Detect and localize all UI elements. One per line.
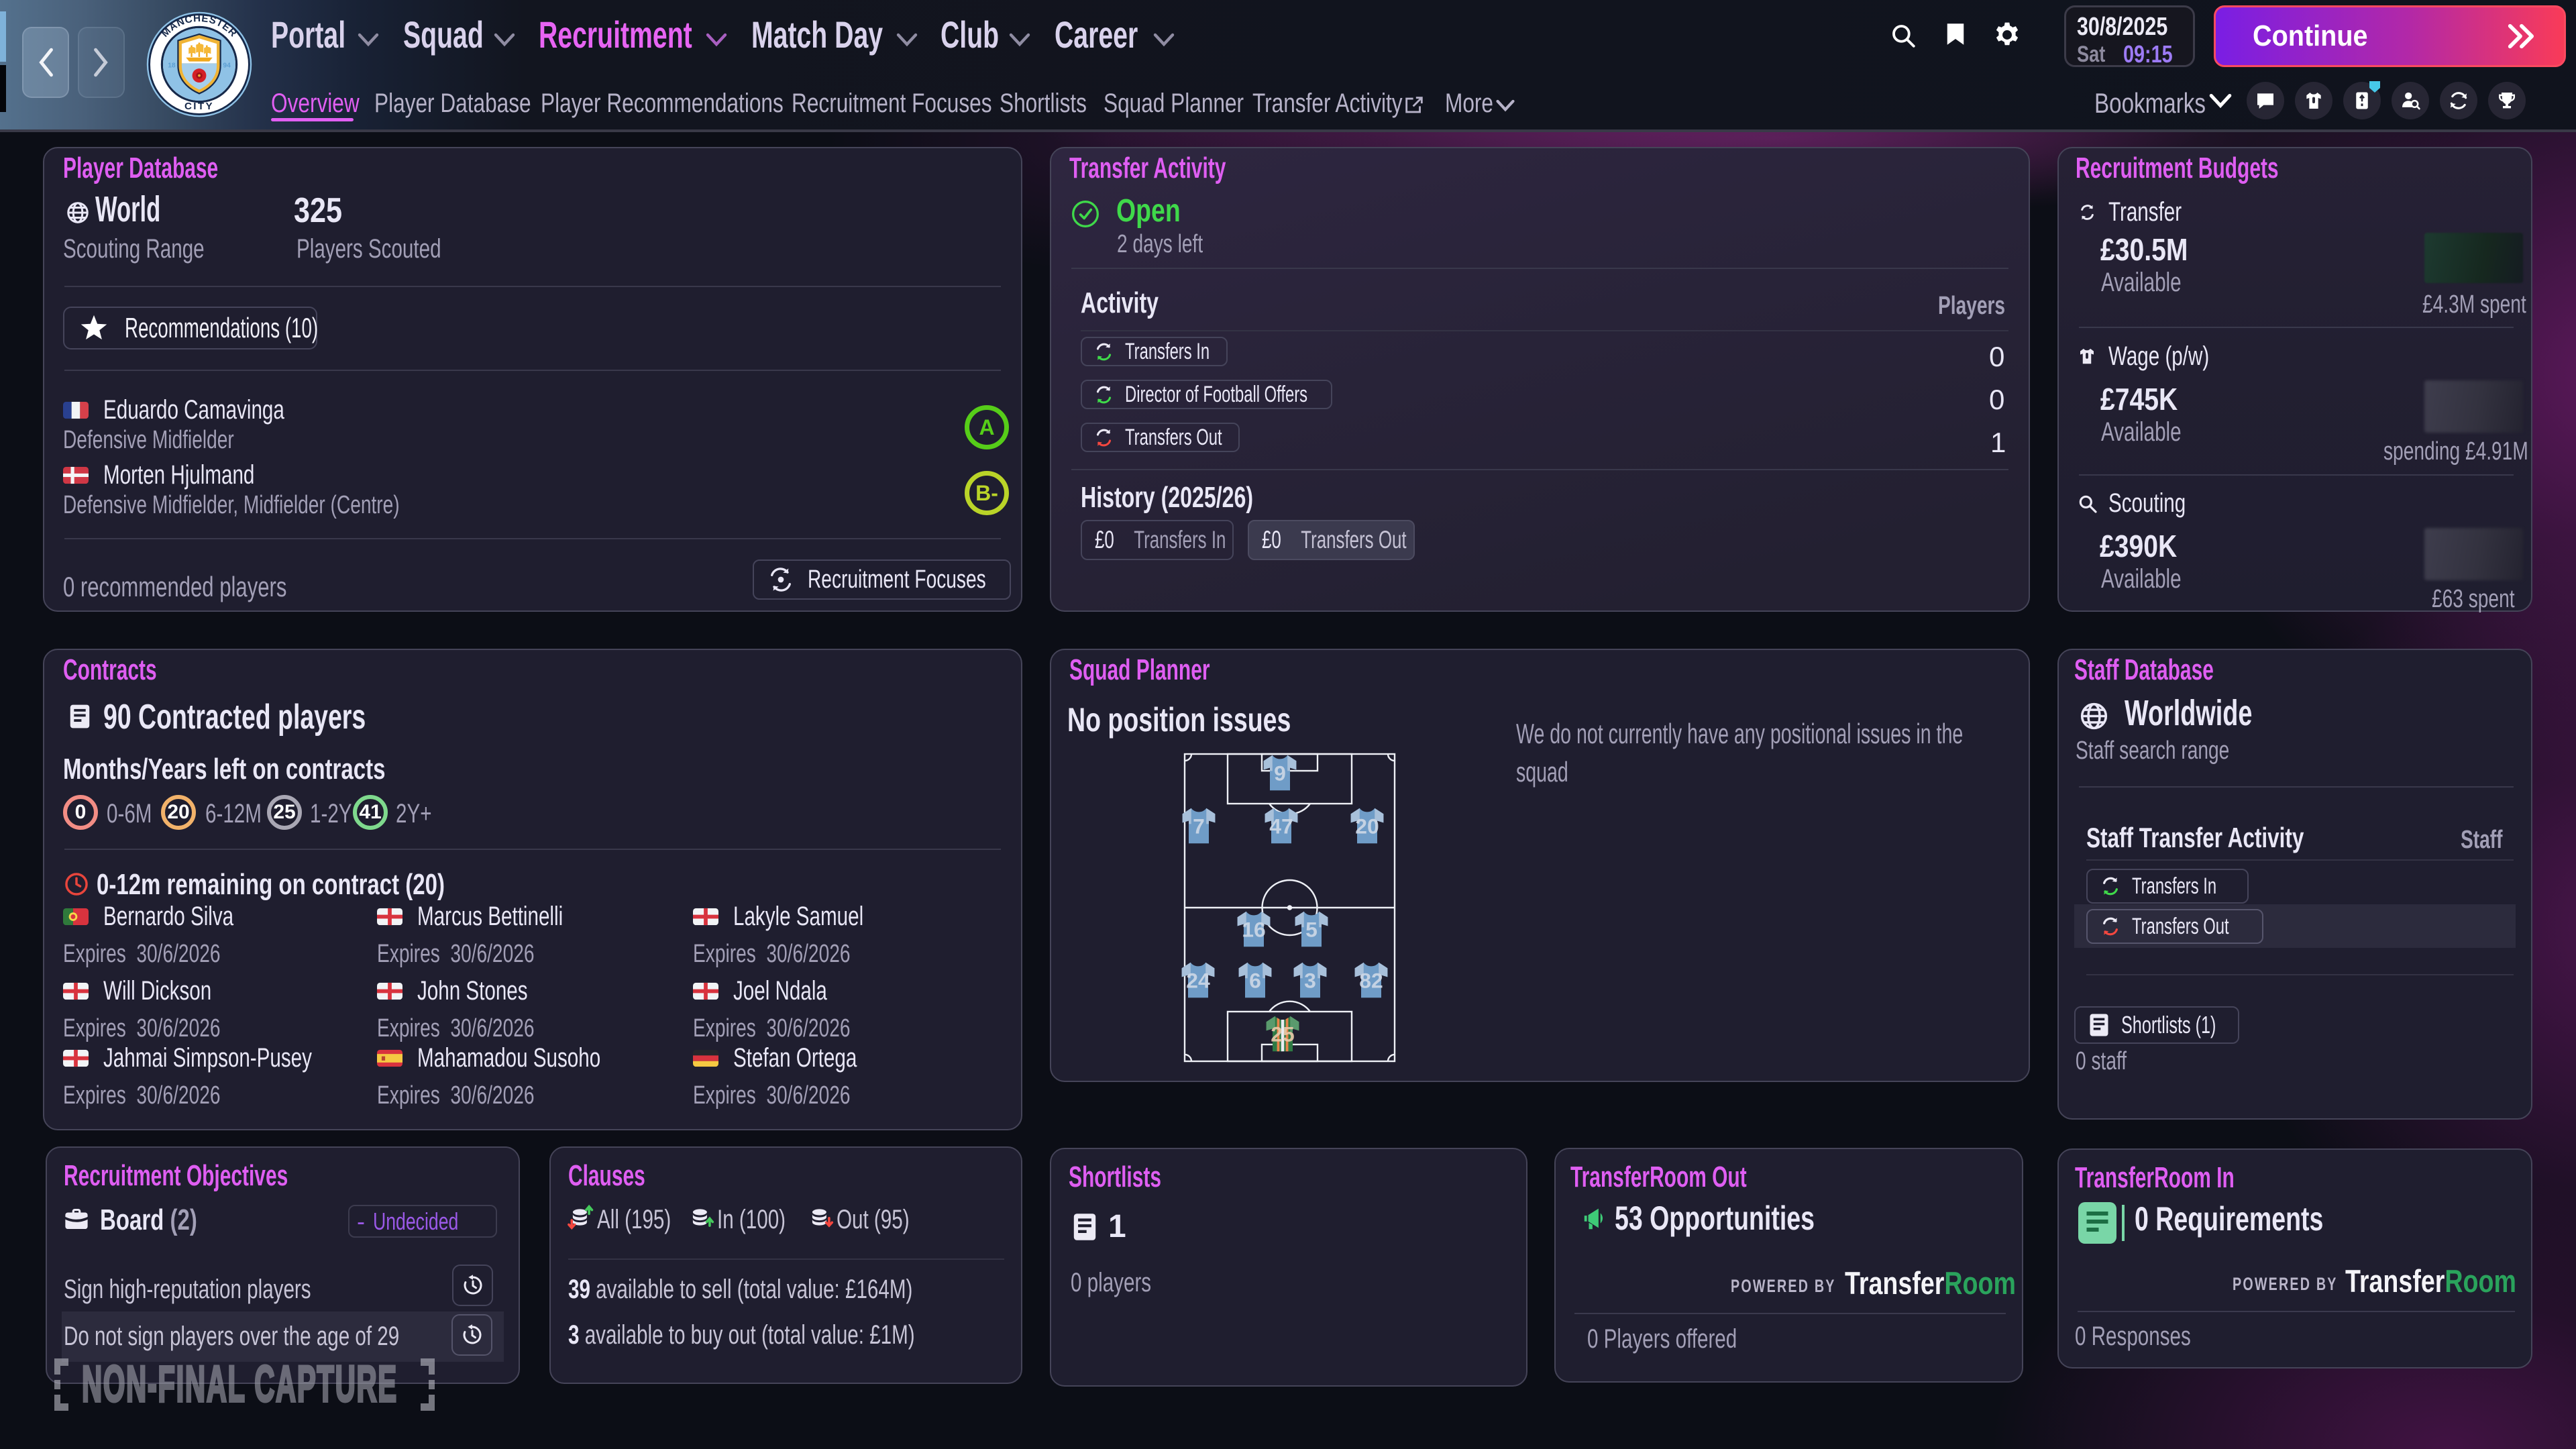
svg-text:24: 24 bbox=[1186, 968, 1210, 992]
svg-text:94: 94 bbox=[223, 62, 231, 70]
svg-text:25: 25 bbox=[1271, 1022, 1294, 1046]
svg-text:47: 47 bbox=[1269, 814, 1293, 838]
svg-text:20: 20 bbox=[1355, 814, 1379, 838]
svg-text:7: 7 bbox=[1193, 814, 1205, 838]
svg-text:5: 5 bbox=[1305, 917, 1318, 941]
svg-text:16: 16 bbox=[1242, 917, 1265, 941]
svg-text:18: 18 bbox=[168, 62, 176, 70]
svg-text:3: 3 bbox=[1304, 968, 1316, 992]
svg-text:82: 82 bbox=[1359, 968, 1383, 992]
svg-text:CITY: CITY bbox=[184, 101, 214, 112]
svg-text:6: 6 bbox=[1249, 968, 1261, 992]
svg-text:9: 9 bbox=[1274, 761, 1286, 785]
